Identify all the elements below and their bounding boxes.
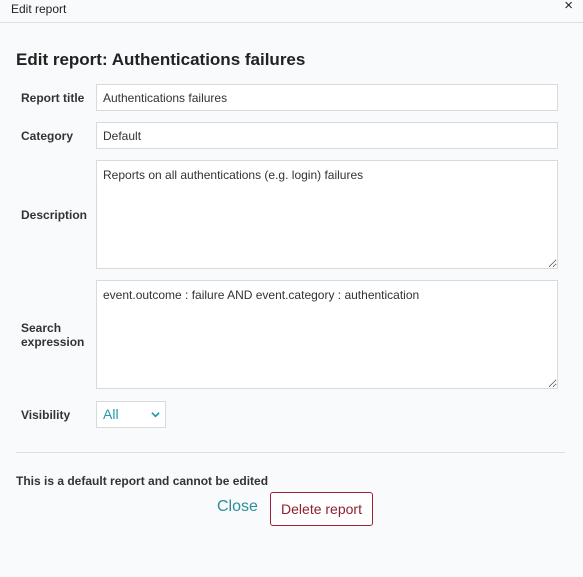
visibility-select[interactable]: All	[96, 401, 166, 428]
dialog-title: Edit report	[11, 2, 67, 16]
chevron-down-icon	[151, 412, 160, 418]
close-button[interactable]: Close	[217, 498, 258, 516]
visibility-label: Visibility	[21, 408, 71, 422]
search-expression-label: Search expression	[21, 321, 84, 349]
category-input[interactable]	[96, 122, 558, 149]
page-title: Edit report: Authentications failures	[16, 50, 306, 69]
description-label: Description	[21, 208, 88, 222]
description-textarea[interactable]: Reports on all authentications (e.g. log…	[96, 160, 558, 269]
category-label: Category	[21, 129, 74, 143]
search-label-line1: Search	[21, 321, 62, 335]
report-title-input[interactable]	[96, 84, 558, 111]
visibility-value: All	[103, 406, 119, 422]
default-report-notice: This is a default report and cannot be e…	[16, 474, 269, 488]
close-icon[interactable]: ×	[564, 0, 573, 15]
report-title-label: Report title	[21, 91, 85, 105]
delete-report-button[interactable]: Delete report	[270, 492, 373, 526]
search-label-line2: expression	[21, 335, 85, 349]
dialog-titlebar: Edit report ×	[0, 0, 583, 23]
divider	[16, 452, 565, 453]
search-expression-textarea[interactable]: event.outcome : failure AND event.catego…	[96, 280, 558, 389]
